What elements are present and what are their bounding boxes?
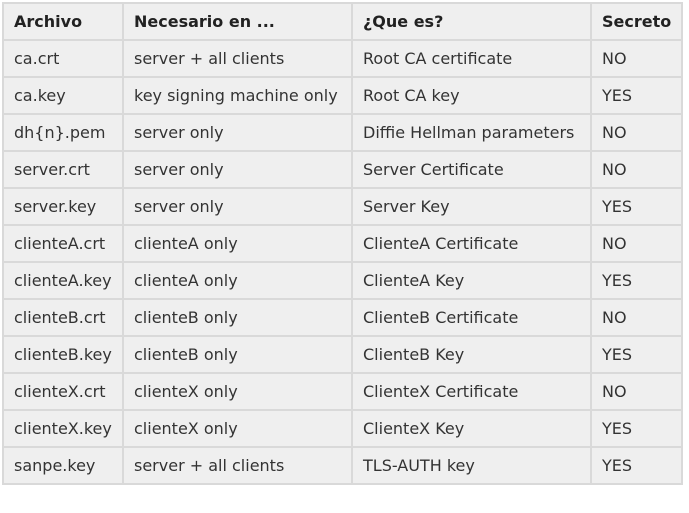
header-necesario-en: Necesario en ... bbox=[122, 2, 353, 41]
table-row: server.key server only Server Key YES bbox=[2, 187, 684, 226]
cell-archivo: dh{n}.pem bbox=[2, 113, 124, 152]
cell-archivo: clienteA.key bbox=[2, 261, 124, 300]
cell-necesario-en: clienteX only bbox=[122, 409, 353, 448]
cell-necesario-en: server only bbox=[122, 113, 353, 152]
cell-secreto: YES bbox=[589, 409, 684, 448]
table-body: ca.crt server + all clients Root CA certif… bbox=[2, 39, 684, 485]
cell-que-es: Diffie Hellman parameters bbox=[351, 113, 592, 152]
cell-necesario-en: server + all clients bbox=[122, 446, 353, 485]
cell-archivo: sanpe.key bbox=[2, 446, 124, 485]
table-row: server.crt server only Server Certificate N… bbox=[2, 150, 684, 189]
cell-secreto: NO bbox=[589, 224, 684, 263]
cell-que-es: Server Certificate bbox=[351, 150, 592, 189]
cell-que-es: ClienteX Certificate bbox=[351, 372, 592, 411]
cell-que-es: ClienteB Certificate bbox=[351, 298, 592, 337]
table-row: clienteX.crt clienteX only ClienteX Certif… bbox=[2, 372, 684, 411]
cell-secreto: NO bbox=[589, 298, 684, 337]
cell-archivo: clienteB.crt bbox=[2, 298, 124, 337]
cell-secreto: NO bbox=[589, 150, 684, 189]
cell-archivo: ca.crt bbox=[2, 39, 124, 78]
cell-archivo: server.crt bbox=[2, 150, 124, 189]
cell-necesario-en: server + all clients bbox=[122, 39, 353, 78]
table-row: ca.key key signing machine only Root CA ke… bbox=[2, 76, 684, 115]
cell-necesario-en: clienteA only bbox=[122, 224, 353, 263]
cell-secreto: YES bbox=[589, 446, 684, 485]
header-archivo: Archivo bbox=[2, 2, 124, 41]
table-row: clienteA.key clienteA only ClienteA Key YES bbox=[2, 261, 684, 300]
cell-archivo: ca.key bbox=[2, 76, 124, 115]
table-row: clienteA.crt clienteA only ClienteA Certif… bbox=[2, 224, 684, 263]
cell-que-es: ClienteX Key bbox=[351, 409, 592, 448]
cell-necesario-en: clienteB only bbox=[122, 298, 353, 337]
cell-secreto: YES bbox=[589, 335, 684, 374]
header-que-es: ¿Que es? bbox=[351, 2, 592, 41]
cell-que-es: Root CA key bbox=[351, 76, 592, 115]
cell-archivo: clienteA.crt bbox=[2, 224, 124, 263]
cell-secreto: NO bbox=[589, 372, 684, 411]
cell-que-es: ClienteA Key bbox=[351, 261, 592, 300]
cell-secreto: NO bbox=[589, 113, 684, 152]
cell-que-es: Root CA certificate bbox=[351, 39, 592, 78]
cell-archivo: clienteX.crt bbox=[2, 372, 124, 411]
cell-archivo: clienteX.key bbox=[2, 409, 124, 448]
table-header-row: Archivo Necesario en ... ¿Que es? Secret… bbox=[2, 2, 684, 41]
cell-que-es: ClienteB Key bbox=[351, 335, 592, 374]
table-row: sanpe.key server + all clients TLS-AUTH ke… bbox=[2, 446, 684, 485]
cell-archivo: server.key bbox=[2, 187, 124, 226]
cell-necesario-en: clienteB only bbox=[122, 335, 353, 374]
table-row: clienteX.key clienteX only ClienteX Key YES bbox=[2, 409, 684, 448]
cell-secreto: NO bbox=[589, 39, 684, 78]
cell-secreto: YES bbox=[589, 261, 684, 300]
cell-que-es: Server Key bbox=[351, 187, 592, 226]
cell-necesario-en: server only bbox=[122, 187, 353, 226]
cell-necesario-en: clienteA only bbox=[122, 261, 353, 300]
cell-que-es: TLS-AUTH key bbox=[351, 446, 592, 485]
cell-que-es: ClienteA Certificate bbox=[351, 224, 592, 263]
table-row: ca.crt server + all clients Root CA certif… bbox=[2, 39, 684, 78]
header-secreto: Secreto bbox=[589, 2, 684, 41]
cell-necesario-en: clienteX only bbox=[122, 372, 353, 411]
files-table: Archivo Necesario en ... ¿Que es? Secret… bbox=[2, 2, 684, 485]
cell-secreto: YES bbox=[589, 76, 684, 115]
table-row: clienteB.crt clienteB only ClienteB Certif… bbox=[2, 298, 684, 337]
table-row: clienteB.key clienteB only ClienteB Key YES bbox=[2, 335, 684, 374]
cell-archivo: clienteB.key bbox=[2, 335, 124, 374]
cell-necesario-en: key signing machine only bbox=[122, 76, 353, 115]
table-row: dh{n}.pem server only Diffie Hellman param… bbox=[2, 113, 684, 152]
cell-necesario-en: server only bbox=[122, 150, 353, 189]
cell-secreto: YES bbox=[589, 187, 684, 226]
